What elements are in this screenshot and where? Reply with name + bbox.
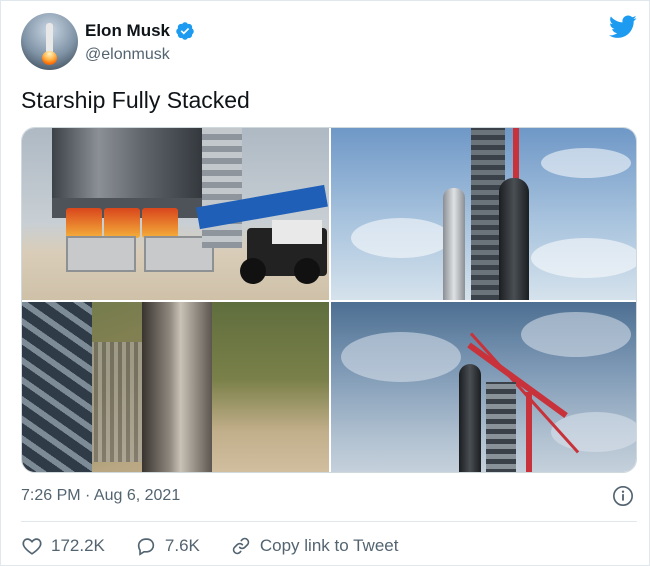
author-display-name[interactable]: Elon Musk — [85, 21, 170, 41]
photo-4[interactable] — [331, 302, 636, 472]
twitter-bird-icon[interactable] — [609, 15, 637, 39]
photo-1[interactable] — [22, 128, 329, 300]
like-count: 172.2K — [51, 536, 105, 555]
copy-link-label: Copy link to Tweet — [259, 536, 399, 555]
avatar[interactable] — [21, 13, 78, 70]
tweet-header: Elon Musk @elonmusk — [21, 13, 641, 71]
author-handle[interactable]: @elonmusk — [85, 46, 170, 64]
tweet-text: Starship Fully Stacked — [21, 87, 250, 113]
media-grid — [21, 127, 637, 473]
tweet-card: Elon Musk @elonmusk Starship Fully Stack… — [0, 0, 650, 566]
reply-icon — [137, 538, 155, 556]
photo-3[interactable] — [22, 302, 329, 472]
copy-link-button[interactable]: Copy link to Tweet — [230, 535, 399, 557]
verified-badge-icon — [176, 22, 194, 40]
tweet-timestamp[interactable]: 7:26 PM · Aug 6, 2021 — [21, 487, 180, 505]
info-icon[interactable] — [612, 485, 634, 507]
like-button[interactable]: 172.2K — [21, 535, 105, 557]
author-name-line: Elon Musk — [85, 21, 195, 41]
reply-button[interactable]: 7.6K — [135, 535, 200, 557]
heart-icon — [22, 538, 42, 555]
reply-count: 7.6K — [164, 536, 200, 555]
tweet-actions: 172.2K 7.6K Copy link to Tweet — [21, 533, 428, 559]
photo-2[interactable] — [331, 128, 636, 300]
link-icon — [232, 537, 250, 555]
divider — [21, 521, 637, 522]
